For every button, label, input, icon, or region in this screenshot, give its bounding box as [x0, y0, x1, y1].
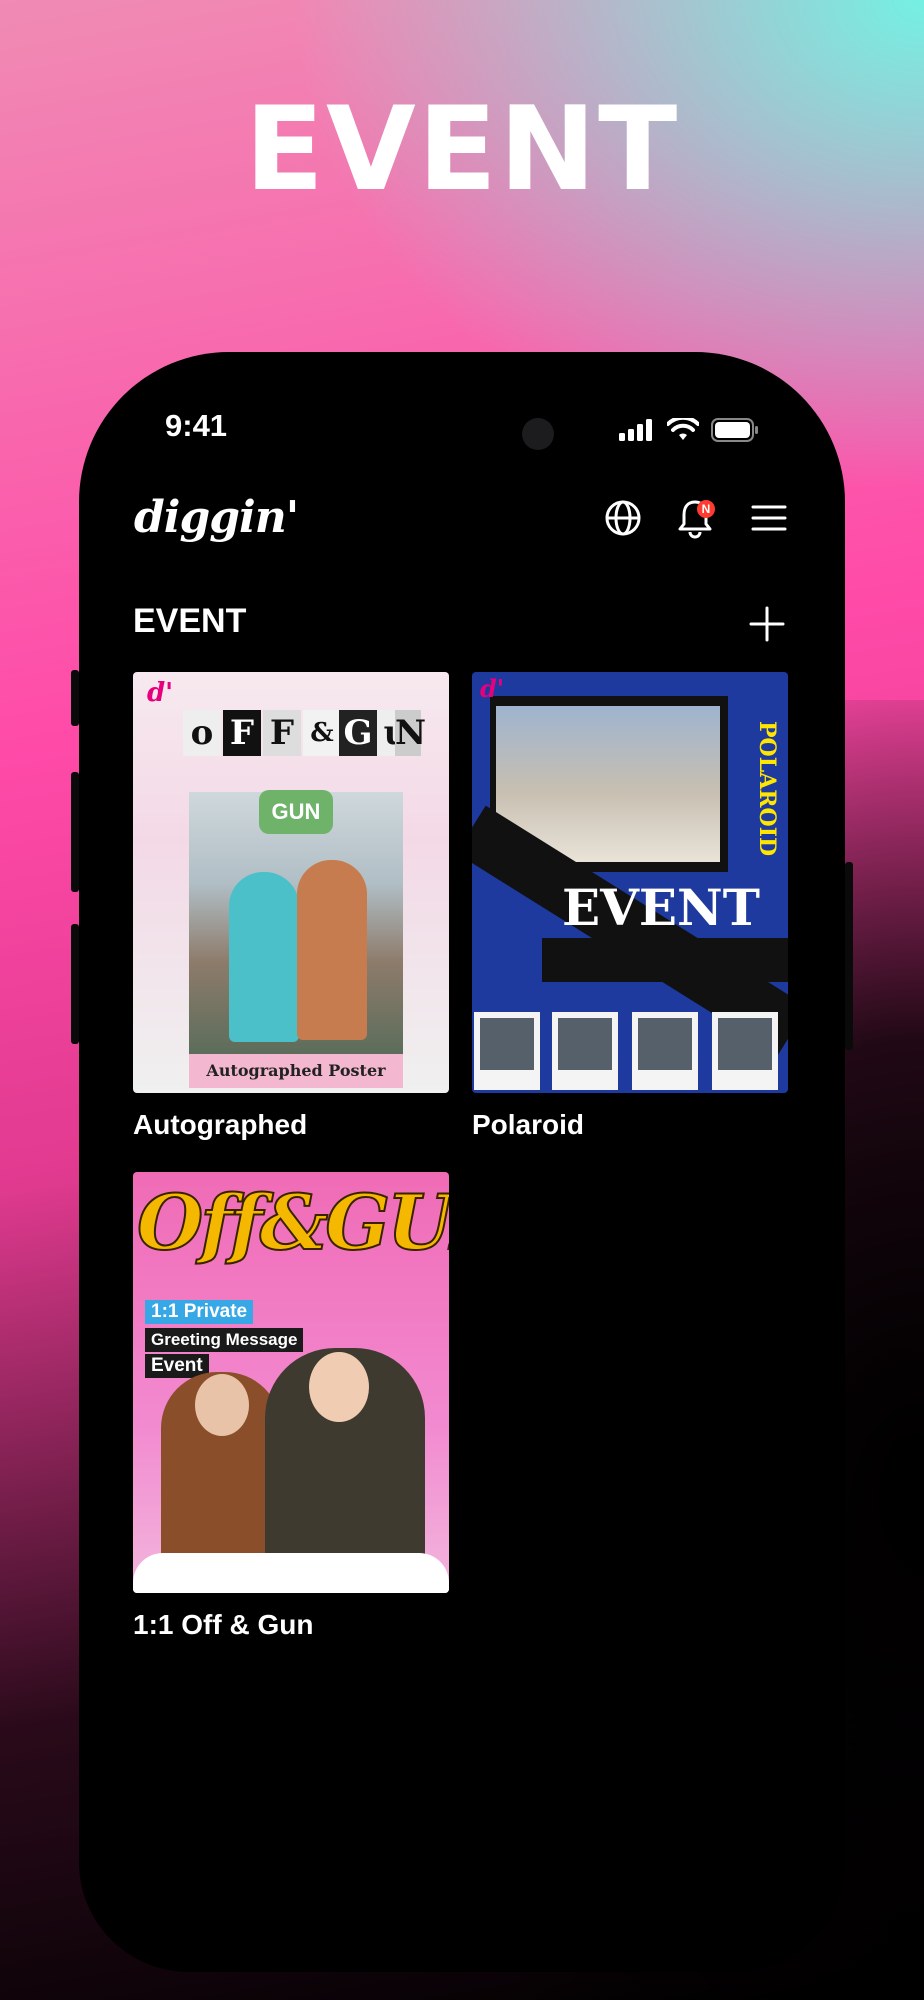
polaroid-photo: [632, 1012, 698, 1090]
event-thumbnail[interactable]: d' o F F & G u N GUN Autographed Poster …: [133, 672, 449, 1093]
signal-icon: [619, 419, 652, 441]
poster-person: [229, 872, 299, 1042]
app-bar: diggin' N: [79, 482, 845, 562]
event-thumbnail[interactable]: d' POLAROID EVENT: [472, 672, 788, 1093]
polaroid-vertical-title: POLAROID: [754, 721, 780, 857]
menu-icon[interactable]: [747, 496, 791, 540]
collage-letter: G: [339, 710, 377, 756]
notification-badge: N: [697, 500, 715, 518]
front-camera: [522, 418, 554, 450]
status-time: 9:41: [165, 408, 228, 443]
poster-face: [195, 1374, 249, 1436]
diggin-logo[interactable]: diggin': [134, 492, 299, 543]
poster-person: [297, 860, 367, 1040]
polaroid-photo: [712, 1012, 778, 1090]
collage-letter: F: [263, 710, 301, 756]
event-card-label[interactable]: Polaroid: [472, 1109, 788, 1141]
poster-face: [309, 1352, 369, 1422]
event-card-label[interactable]: 1:1 Off & Gun: [133, 1609, 449, 1641]
side-button-silent: [71, 670, 79, 726]
tag-private: 1:1 Private: [145, 1300, 254, 1324]
phone-frame: 9:41 diggin' N EVENT d' o F F & G N GUN …: [71, 352, 853, 1972]
polaroid-photo: [474, 1012, 540, 1090]
event-thumbnail[interactable]: Off&GUN 1:1 Private Greeting Message Eve…: [133, 1172, 449, 1593]
battery-icon: [711, 418, 758, 442]
off-gun-headline: Off&GUN: [136, 1177, 449, 1268]
event-card-polaroid[interactable]: d' POLAROID EVENT Polaroid: [472, 672, 788, 1141]
gun-badge: GUN: [259, 790, 333, 834]
add-event-icon[interactable]: [747, 604, 787, 644]
cloud-border: [133, 1553, 449, 1593]
tag-greeting: Greeting Message: [145, 1328, 304, 1352]
collage-letter: N: [395, 710, 426, 756]
side-button-power: [845, 862, 853, 1050]
hero-title: EVENT: [244, 82, 680, 217]
event-card-autographed[interactable]: d' o F F & G u N GUN Autographed Poster …: [133, 672, 449, 1141]
event-card-label[interactable]: Autographed: [133, 1109, 449, 1141]
diggin-mark-icon: d': [147, 678, 174, 708]
poster-caption: Autographed Poster Event: [189, 1054, 403, 1088]
status-icons: [619, 418, 759, 442]
event-card-off-gun[interactable]: Off&GUN 1:1 Private Greeting Message Eve…: [133, 1172, 449, 1641]
globe-icon[interactable]: [601, 496, 645, 540]
polaroid-photo: [552, 1012, 618, 1090]
wifi-icon: [667, 418, 699, 440]
section-title: EVENT: [133, 602, 247, 640]
film-strip: [542, 938, 788, 982]
collage-letter: &: [303, 710, 341, 756]
polaroid-headline: EVENT: [562, 878, 760, 937]
side-button-volume-up: [71, 772, 79, 892]
collage-letter: o: [183, 710, 221, 756]
diggin-mark-icon: d': [480, 674, 505, 703]
collage-letter: F: [223, 710, 261, 756]
status-bar: 9:41: [79, 352, 845, 482]
side-button-volume-down: [71, 924, 79, 1044]
